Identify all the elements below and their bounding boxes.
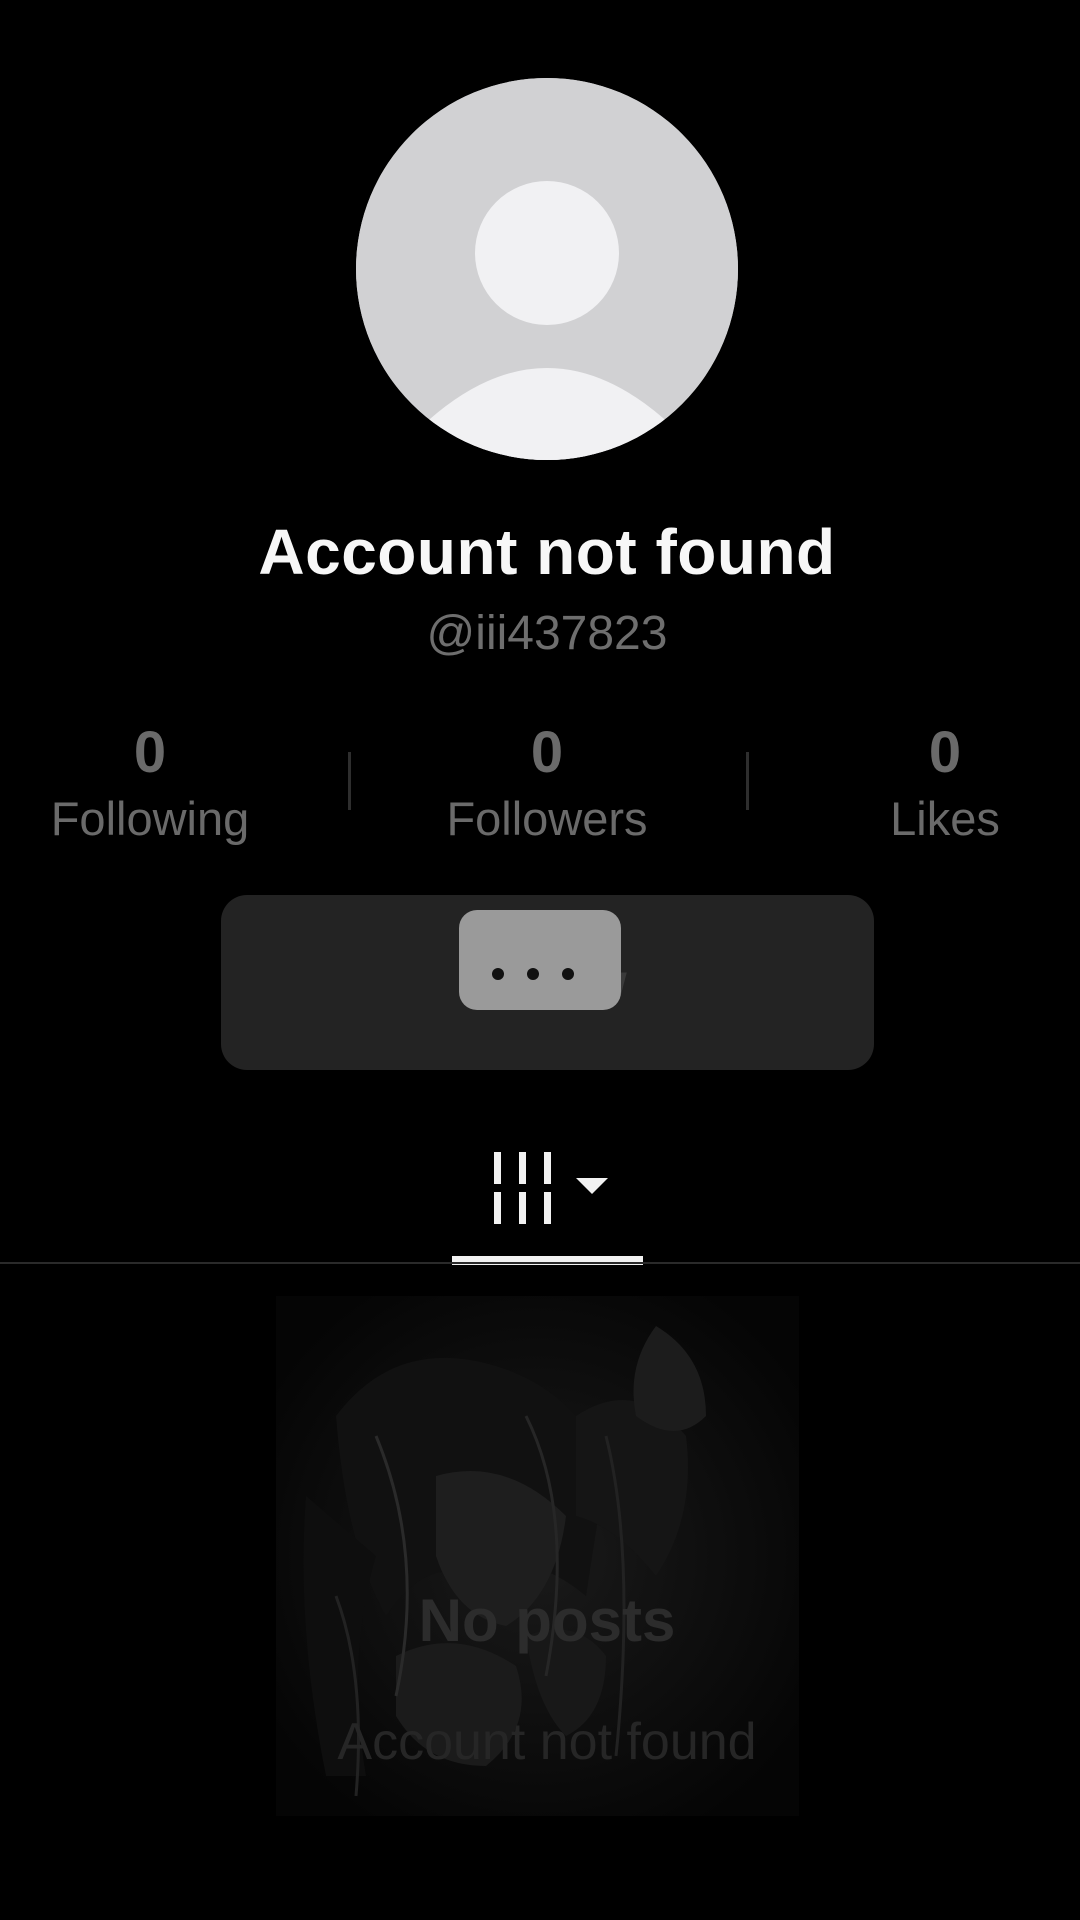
default-avatar-icon xyxy=(356,78,738,460)
profile-avatar[interactable] xyxy=(356,78,738,460)
tab-bar-divider xyxy=(0,1262,1080,1264)
stat-followers-label: Followers xyxy=(446,792,648,845)
caret-down-icon xyxy=(576,1178,608,1194)
empty-state-subtitle: Account not found xyxy=(337,1713,757,1771)
more-dots-icon xyxy=(492,968,574,980)
stat-likes-label: Likes xyxy=(890,792,1000,845)
stat-followers-count: 0 xyxy=(530,720,564,785)
more-options-button[interactable] xyxy=(459,910,621,1010)
stat-followers[interactable]: 0 Followers xyxy=(397,720,697,850)
stat-likes-count: 0 xyxy=(928,720,962,785)
empty-state-title: No posts xyxy=(418,1587,676,1654)
stat-following[interactable]: 0 Following xyxy=(0,720,300,850)
stat-divider xyxy=(348,752,351,810)
stat-likes[interactable]: 0 Likes xyxy=(795,720,1080,850)
stat-divider xyxy=(746,752,749,810)
profile-handle: @iii437823 xyxy=(426,607,668,660)
stat-following-count: 0 xyxy=(133,720,167,785)
stat-following-label: Following xyxy=(50,792,250,845)
tab-videos[interactable] xyxy=(452,1140,642,1260)
profile-display-name: Account not found xyxy=(258,516,836,588)
